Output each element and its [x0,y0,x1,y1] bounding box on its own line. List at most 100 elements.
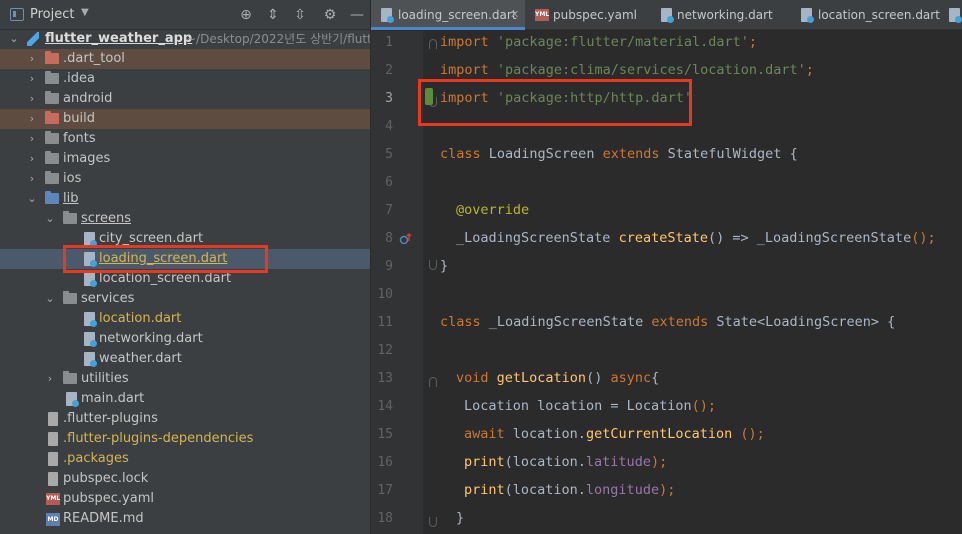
override-icon[interactable] [399,232,413,246]
tree-item-services[interactable]: ⌄ services [0,289,370,309]
tree-item-pubspec-lock[interactable]: pubspec.lock [0,469,370,489]
tree-item-location[interactable]: location.dart [0,309,370,329]
tree-item-flutter-plugins[interactable]: .flutter-plugins [0,409,370,429]
code-editor[interactable]: 1 2 3 4 5 6 7 8 9 10 11 12 13 14 15 16 1… [371,31,962,534]
tree-item-packages[interactable]: .packages [0,449,370,469]
folder-icon [45,71,59,84]
chevron-right-icon[interactable]: › [26,109,38,129]
tree-item-label: networking.dart [99,331,203,346]
code-punct: ); [659,482,676,498]
tree-item-root[interactable]: ⌄ flutter_weather_app ~/Desktop/2022년도 상… [0,29,370,49]
hide-icon[interactable]: — [347,5,367,25]
fold-icon[interactable] [429,517,437,527]
tree-item-idea[interactable]: › .idea [0,69,370,89]
chevron-down-icon[interactable]: ⌄ [8,29,20,49]
tree-item-build[interactable]: › build [0,109,370,129]
code-keyword: await [464,426,505,442]
tree-item-weather[interactable]: weather.dart [0,349,370,369]
collapse-all-icon[interactable]: ⇳ [290,5,310,25]
chevron-right-icon[interactable]: › [26,129,38,149]
text-file-icon [48,412,58,426]
flutter-icon [27,32,39,46]
code-punct: (); [691,398,717,414]
code-punct: ); [650,454,668,470]
tree-item-networking[interactable]: networking.dart [0,329,370,349]
folder-icon [63,211,77,224]
dart-file-icon [661,8,674,23]
tree-item-label: location.dart [99,311,182,326]
tree-item-label: .packages [63,451,129,466]
gear-icon[interactable]: ⚙ [320,5,340,25]
line-number: 18 [377,511,393,526]
tree-item-screens[interactable]: ⌄ screens [0,209,370,229]
tree-item-readme[interactable]: MD README.md [0,509,370,529]
tree-item-pubspec-yaml[interactable]: YML pubspec.yaml [0,489,370,509]
code-class-name: _LoadingScreenState [488,314,644,330]
chevron-right-icon[interactable]: › [44,369,56,389]
code-type: StatefulWidget [667,146,782,162]
tab-pubspec-yaml[interactable]: YML pubspec.yaml [525,0,651,30]
tree-item-fonts[interactable]: › fonts [0,129,370,149]
yaml-file-icon: YML [46,493,60,505]
tab-label: loading_screen.dart [398,8,517,22]
project-view-icon [10,8,24,21]
code-keyword: class [440,146,481,162]
tree-item-label: weather.dart [99,351,182,366]
line-number: 3 [385,91,393,106]
tree-item-flutter-plugins-dependencies[interactable]: .flutter-plugins-dependencies [0,429,370,449]
fold-icon[interactable] [429,260,437,270]
line-number: 13 [377,371,393,386]
chevron-right-icon[interactable]: › [26,69,38,89]
fold-icon[interactable] [429,377,437,387]
fold-icon[interactable] [429,39,437,49]
tree-item-label: .flutter-plugins [63,411,158,426]
line-number: 6 [385,175,393,190]
text-file-icon [48,472,58,486]
code-annotation: @override [456,202,530,218]
code-line-2: import 'package:clima/services/location.… [440,62,814,78]
tree-item-label: build [63,111,95,126]
dart-file-icon [801,8,814,23]
folder-icon [45,51,59,64]
line-number: 14 [377,399,393,414]
folder-icon [45,191,59,204]
tab-loading-screen[interactable]: loading_screen.dart ✕ [371,0,525,30]
tree-item-label: .dart_tool [63,51,125,66]
chevron-down-icon[interactable]: ▼ [81,7,89,18]
chevron-down-icon[interactable]: ⌄ [44,289,56,309]
tree-item-ios[interactable]: › ios [0,169,370,189]
line-number: 9 [385,259,393,274]
tree-item-images[interactable]: › images [0,149,370,169]
code-punct: { [887,314,896,330]
chevron-down-icon[interactable]: ⌄ [44,209,56,229]
tab-networking[interactable]: networking.dart [651,0,791,30]
code-function: createState [618,230,708,246]
line-number: 11 [377,315,393,330]
tree-item-label: utilities [81,371,129,386]
tab-location-screen[interactable]: location_screen.dart [791,0,962,30]
chevron-right-icon[interactable]: › [26,169,38,189]
code-line-5: class LoadingScreen extends StatefulWidg… [440,146,798,162]
tree-item-android[interactable]: › android [0,89,370,109]
chevron-right-icon[interactable]: › [26,149,38,169]
close-icon[interactable]: ✕ [510,0,519,30]
code-text: location. [512,426,586,442]
chevron-right-icon[interactable]: › [26,49,38,69]
tab-label: networking.dart [677,8,773,22]
expand-all-icon[interactable]: ⇕ [263,5,283,25]
code-variable: location [537,398,603,414]
tree-item-utilities[interactable]: › utilities [0,369,370,389]
code-string: 'package:clima/services/location.dart' [496,62,806,78]
tree-item-dart-tool[interactable]: › .dart_tool [0,49,370,69]
chevron-down-icon[interactable]: ⌄ [26,189,38,209]
tab-label: location_screen.dart [818,8,940,22]
dart-file-icon [84,312,97,327]
text-file-icon [48,432,58,446]
crosshair-icon[interactable]: ⊕ [236,5,256,25]
chevron-right-icon[interactable]: › [26,89,38,109]
project-panel-title[interactable]: Project [30,7,74,22]
tree-item-lib[interactable]: ⌄ lib [0,189,370,209]
code-type: _LoadingScreenState [456,230,611,246]
code-class-name: LoadingScreen [488,146,595,162]
tree-item-main[interactable]: main.dart [0,389,370,409]
